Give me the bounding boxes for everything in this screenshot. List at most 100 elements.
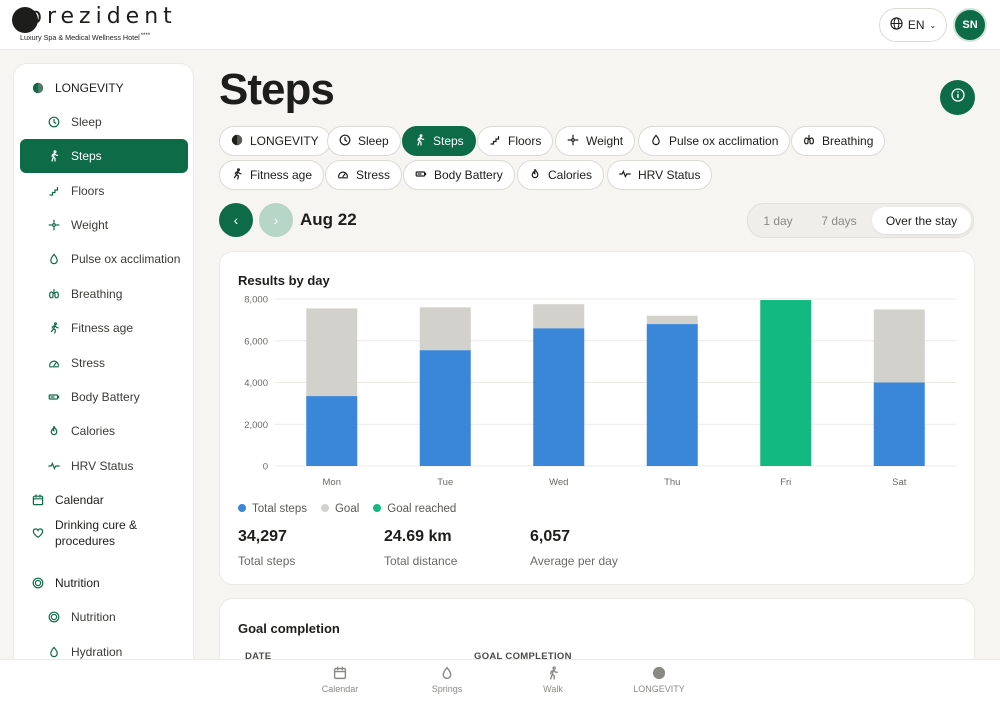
sidebar-item-stress[interactable]: Stress	[20, 346, 188, 380]
chip-calories[interactable]: Calories	[517, 160, 605, 190]
stat-label: Total distance	[384, 554, 458, 568]
chip-hrv-status[interactable]: HRV Status	[607, 160, 713, 190]
chip-label: LONGEVITY	[250, 134, 319, 148]
chip-floors[interactable]: Floors	[477, 126, 554, 156]
run-icon	[46, 320, 62, 336]
x-tick-label: Thu	[664, 477, 680, 488]
longevity-icon	[652, 666, 666, 684]
sidebar-item-hrv-status[interactable]: HRV Status	[20, 449, 188, 483]
globe-icon	[890, 17, 903, 33]
bottom-nav-springs[interactable]: Springs	[412, 666, 482, 694]
chip-label: Floors	[508, 134, 542, 148]
drop-icon	[440, 666, 454, 684]
x-tick-label: Tue	[437, 477, 453, 488]
pulse-icon	[619, 168, 631, 183]
sidebar-item-calendar[interactable]: Calendar	[20, 483, 188, 517]
chip-weight[interactable]: Weight	[555, 126, 636, 156]
chip-steps[interactable]: Steps	[402, 126, 476, 156]
sidebar-item-body-battery[interactable]: Body Battery	[20, 380, 188, 414]
stat-label: Total steps	[238, 554, 296, 568]
drop-icon	[46, 251, 62, 267]
sidebar-item-floors[interactable]: Floors	[20, 174, 188, 208]
range-option-over-the-stay[interactable]: Over the stay	[872, 207, 971, 234]
bar-goal	[306, 308, 358, 397]
avatar[interactable]: SN	[953, 8, 987, 42]
sidebar-item-label: Nutrition	[71, 610, 116, 624]
nutrition-icon	[30, 575, 46, 591]
chip-label: Breathing	[822, 134, 874, 148]
x-tick-label: Wed	[549, 477, 568, 488]
range-selector: 1 day 7 days Over the stay	[747, 203, 974, 238]
calendar-icon	[30, 492, 46, 508]
flame-icon	[529, 168, 541, 183]
chip-longevity[interactable]: LONGEVITY	[219, 126, 331, 156]
chip-fitness-age[interactable]: Fitness age	[219, 160, 325, 190]
chip-label: Stress	[356, 168, 391, 182]
info-button[interactable]	[940, 80, 975, 115]
sidebar-item-breathing[interactable]: Breathing	[20, 277, 188, 311]
range-option-7-days[interactable]: 7 days	[810, 207, 868, 234]
y-tick-label: 2,000	[244, 420, 268, 431]
language-selector[interactable]: EN ⌄	[879, 8, 947, 42]
sidebar-item-fitness-age[interactable]: Fitness age	[20, 311, 188, 345]
x-tick-label: Mon	[323, 477, 341, 488]
bar-total-steps	[306, 396, 358, 466]
clock-icon	[339, 134, 351, 149]
chip-sleep[interactable]: Sleep	[327, 126, 401, 156]
legend-total-steps: Total steps	[238, 503, 307, 515]
sidebar-item-weight[interactable]: Weight	[20, 208, 188, 242]
chip-pulse-ox-acclimation[interactable]: Pulse ox acclimation	[638, 126, 791, 156]
bottom-nav-calendar[interactable]: Calendar	[305, 666, 375, 694]
gauge-icon	[46, 355, 62, 371]
longevity-icon	[30, 80, 46, 96]
chip-label: Pulse ox acclimation	[669, 134, 779, 148]
calendar-icon	[333, 666, 347, 684]
bar-goal	[533, 304, 585, 329]
sidebar-item-label: Drinking cure & procedures	[55, 518, 138, 548]
sidebar-item-label: Fitness age	[71, 321, 134, 335]
sidebar-item-label: Calories	[71, 424, 116, 438]
stairs-icon	[489, 134, 501, 149]
longevity-icon	[231, 134, 243, 149]
sidebar-item-label: Weight	[71, 218, 109, 232]
chip-body-battery[interactable]: Body Battery	[403, 160, 515, 190]
language-label: EN	[907, 18, 925, 32]
sidebar-item-label: Calendar	[55, 493, 104, 507]
brand-logo[interactable]: prezident Luxury Spa & Medical Wellness …	[12, 4, 182, 45]
sidebar-item-nutrition[interactable]: Nutrition	[20, 566, 188, 600]
sidebar-item-label: Pulse ox acclimation	[71, 252, 181, 266]
bar-goal	[873, 309, 925, 383]
run-icon	[231, 167, 243, 183]
goal-completion-title: Goal completion	[238, 621, 340, 636]
bottom-nav-label: Calendar	[321, 684, 359, 694]
chip-breathing[interactable]: Breathing	[791, 126, 886, 156]
sidebar-item-nutrition[interactable]: Nutrition	[20, 600, 188, 634]
heart-icon	[30, 525, 46, 541]
weight-icon	[46, 217, 62, 233]
chip-label: Steps	[433, 134, 464, 148]
bottom-nav-walk[interactable]: Walk	[518, 666, 588, 694]
sidebar-item-label: LONGEVITY	[55, 81, 124, 95]
bar-total-steps	[646, 324, 698, 466]
sidebar-item-pulse-ox-acclimation[interactable]: Pulse ox acclimation	[20, 242, 188, 276]
brand-tagline: Luxury Spa & Medical Wellness Hotel****	[20, 33, 151, 42]
sidebar-item-longevity[interactable]: LONGEVITY	[20, 71, 188, 105]
pulse-icon	[46, 458, 62, 474]
sidebar-item-steps[interactable]: Steps	[20, 139, 188, 173]
bottom-nav-longevity[interactable]: LONGEVITY	[624, 666, 694, 694]
bar-total-steps	[419, 350, 471, 466]
bar-goal	[646, 315, 698, 325]
range-option-1-day[interactable]: 1 day	[752, 207, 804, 234]
y-tick-label: 6,000	[244, 336, 268, 347]
previous-day-button[interactable]: ‹	[219, 203, 253, 237]
lungs-icon	[803, 134, 815, 149]
sidebar-item-label: HRV Status	[71, 459, 134, 473]
sidebar-item-calories[interactable]: Calories	[20, 414, 188, 448]
sidebar-item-sleep[interactable]: Sleep	[20, 105, 188, 139]
legend-goal: Goal	[320, 503, 359, 515]
chip-stress[interactable]: Stress	[325, 160, 403, 190]
sidebar-item-label: Body Battery	[71, 390, 140, 404]
stat-value: 6,057	[530, 528, 571, 545]
sidebar-item-drinking-cure-procedures[interactable]: Drinking cure & procedures	[20, 514, 188, 552]
next-day-button[interactable]: ›	[259, 203, 293, 237]
